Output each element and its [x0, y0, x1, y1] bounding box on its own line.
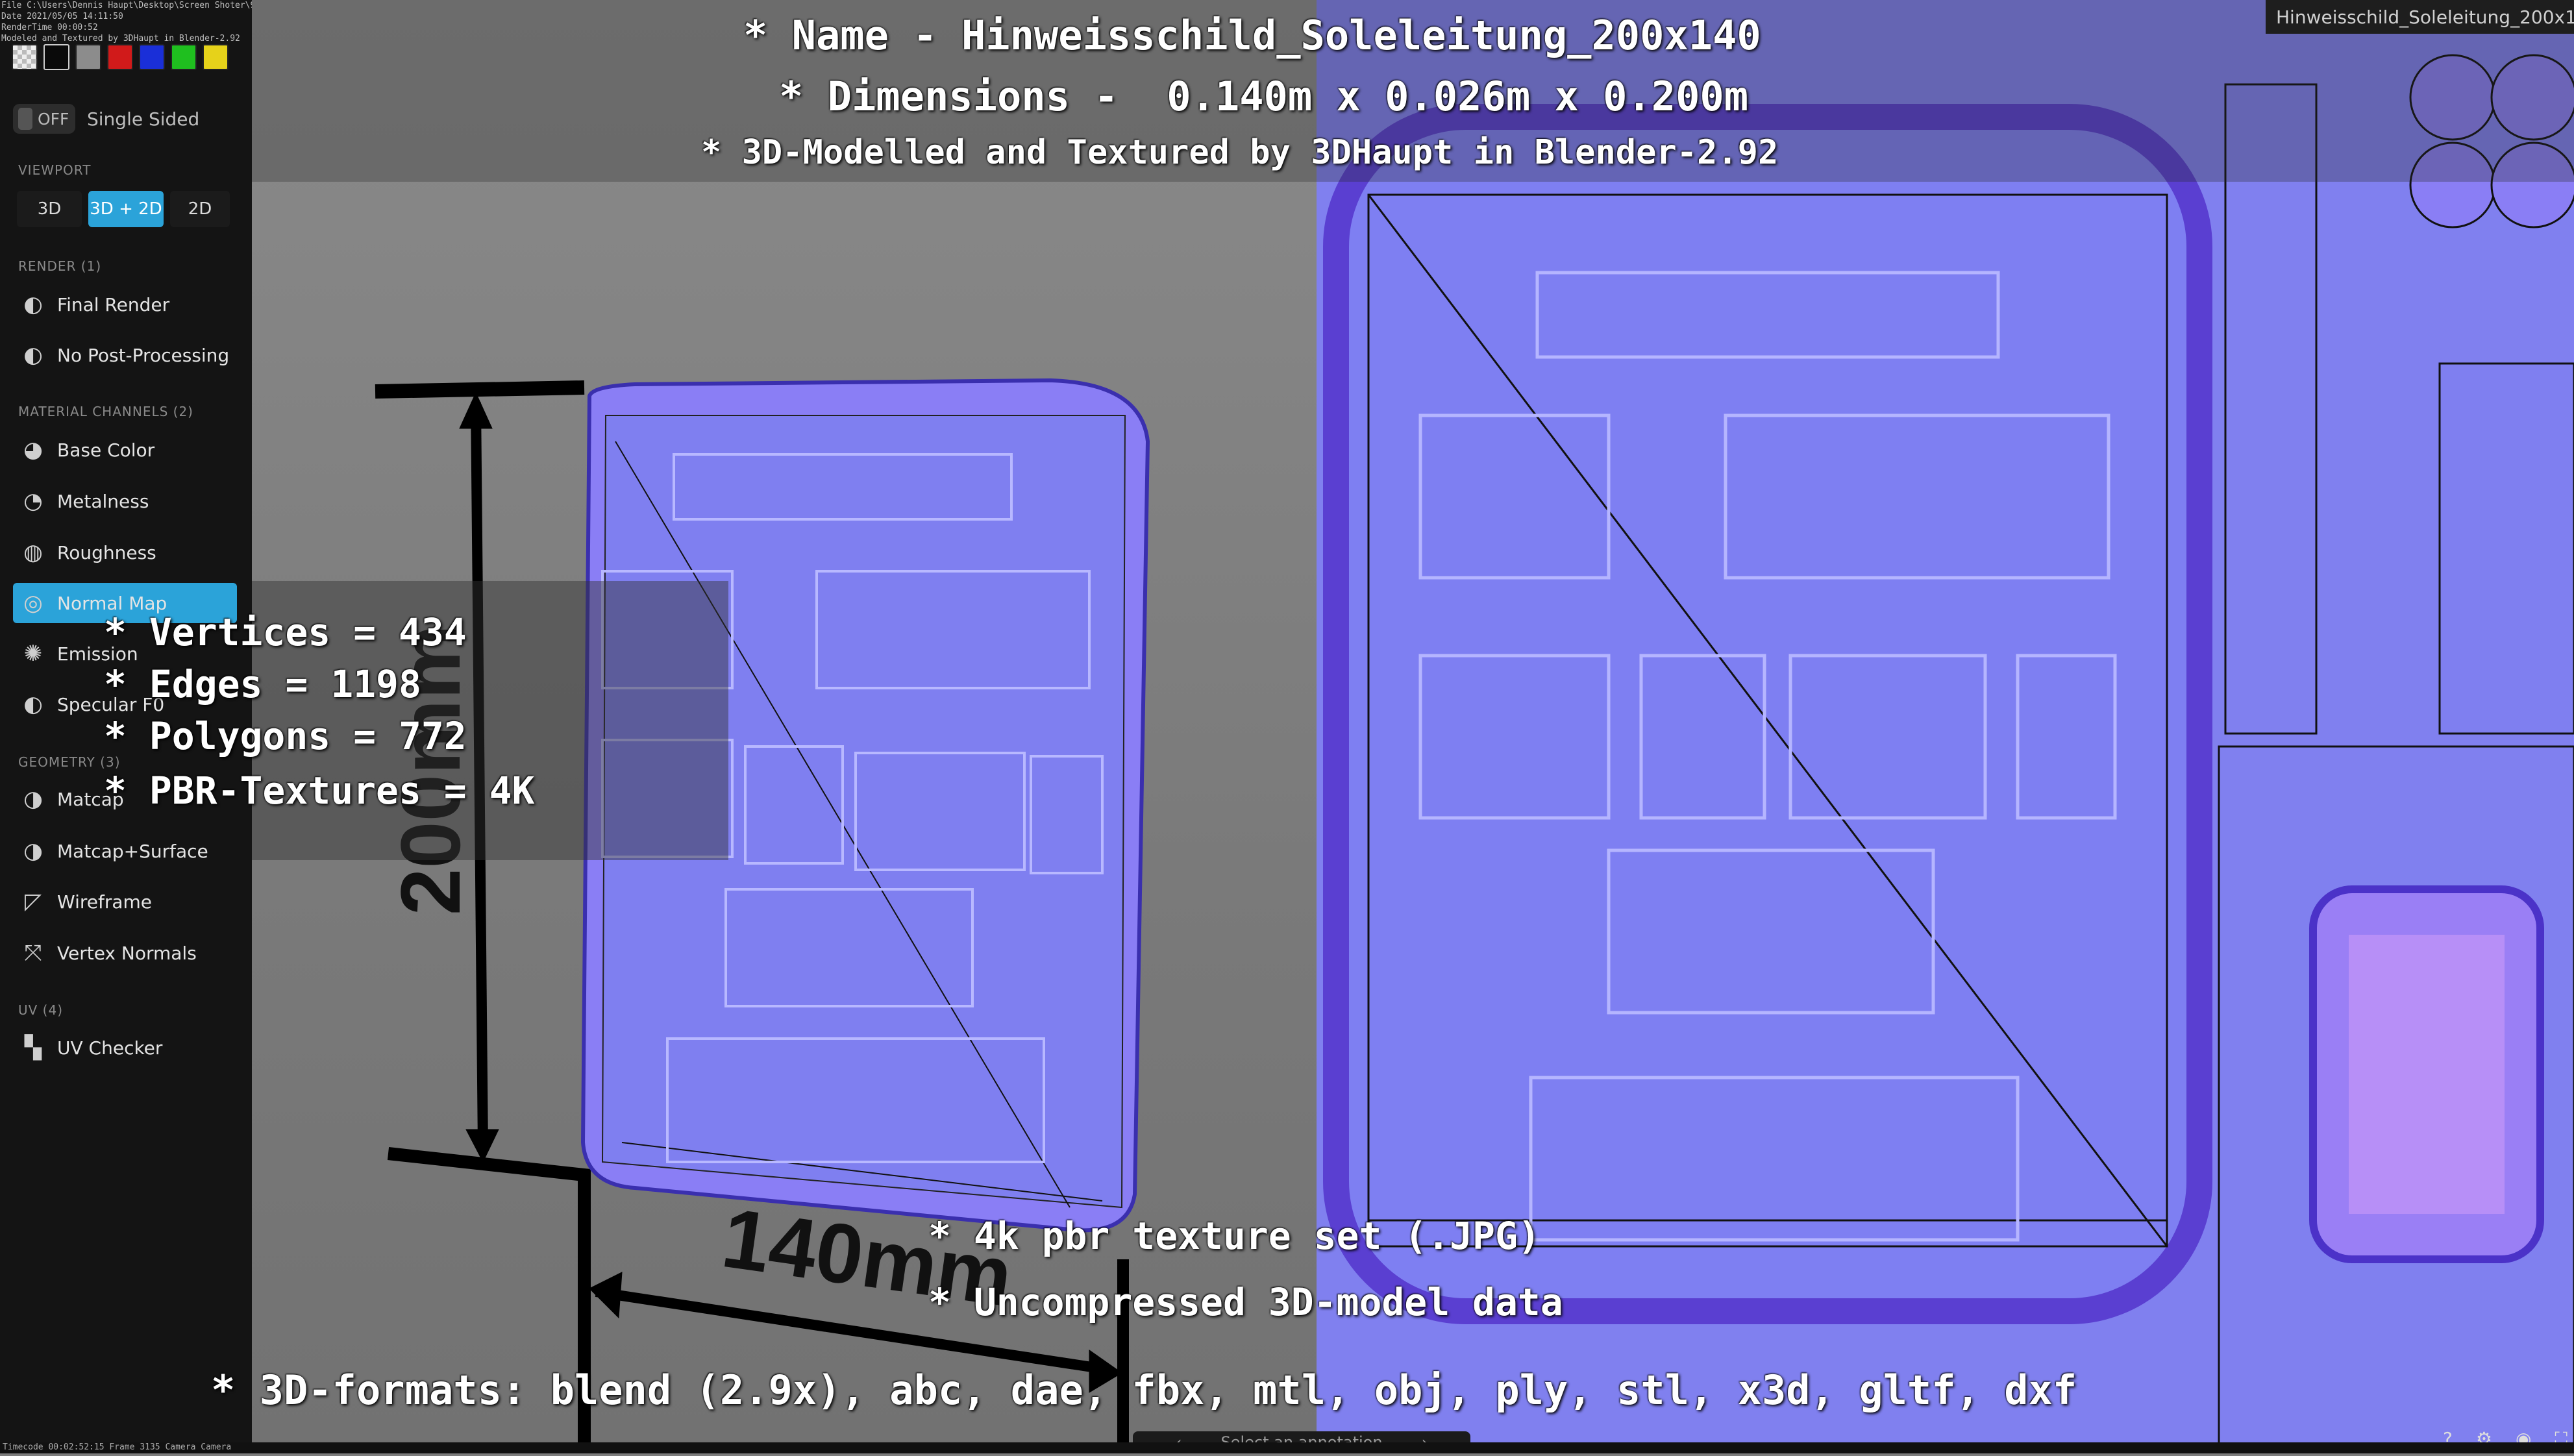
geometry-matcap-surface[interactable]: ◑ Matcap+Surface [13, 831, 237, 871]
render-no-post[interactable]: ◐ No Post-Processing [13, 335, 237, 375]
sphere-icon: ◑ [23, 786, 43, 812]
item-label: Base Color [57, 439, 155, 461]
swatch-green[interactable] [171, 44, 197, 70]
swatch-black[interactable] [43, 44, 69, 70]
palette-icon: ◕ [23, 437, 43, 463]
viewport-2d-button[interactable]: 2D [170, 191, 230, 227]
title-dimensions: * Dimensions - 0.140m x 0.026m x 0.200m [779, 73, 1749, 120]
status-text: Timecode 00:02:52:15 Frame 3135 Camera C… [3, 1442, 232, 1452]
sun-icon: ✺ [23, 641, 43, 667]
section-uv: UV (4) [18, 1002, 64, 1018]
meta-date: Date 2021/05/05 14:11:50 [1, 12, 123, 21]
item-label: Wireframe [57, 891, 153, 913]
item-label: Metalness [57, 490, 149, 512]
channel-metalness[interactable]: ◔ Metalness [13, 481, 237, 521]
meta-modeled: Modeled and Textured by 3DHaupt in Blend… [1, 34, 240, 43]
swatch-light[interactable] [12, 44, 38, 70]
single-sided-toggle[interactable]: OFF Single Sided [13, 104, 199, 134]
swatch-grey[interactable] [75, 44, 101, 70]
meta-rendertime: RenderTime 00:00:52 [1, 23, 98, 32]
stat-textures: * PBR-Textures = 4K [104, 769, 535, 813]
file-tab[interactable]: Hinweisschild_Soleleitung_200x1... [2266, 0, 2574, 34]
stat-edges: * Edges = 1198 [104, 662, 421, 706]
viewport-3d-button[interactable]: 3D [17, 191, 82, 227]
viewport-3d2d-button[interactable]: 3D + 2D [88, 191, 164, 227]
item-label: No Post-Processing [57, 344, 230, 366]
swatch-yellow[interactable] [203, 44, 229, 70]
file-info: File C:\Users\Dennis Haupt\Desktop\Scree… [1, 0, 286, 44]
color-swatches [12, 44, 229, 70]
toggle-state: OFF [38, 109, 69, 129]
formats-line: * 3D-formats: blend (2.9x), abc, dae, fb… [211, 1366, 2077, 1414]
title-name: * Name - Hinweisschild_Soleleitung_200x1… [743, 12, 1761, 59]
item-label: Matcap+Surface [57, 840, 208, 862]
title-credit: * 3D-Modelled and Textured by 3DHaupt in… [701, 133, 1779, 172]
checker-icon: ▚ [24, 1035, 42, 1061]
circle-half-icon: ◐ [23, 291, 43, 317]
geometry-vertex-normals[interactable]: ⤧ Vertex Normals [13, 933, 237, 973]
wireframe-icon: ◸ [24, 889, 42, 915]
status-bar: Timecode 00:02:52:15 Frame 3135 Camera C… [0, 1442, 2574, 1453]
section-viewport: VIEWPORT [18, 162, 92, 178]
stat-polygons: * Polygons = 772 [104, 714, 467, 758]
section-render: RENDER (1) [18, 258, 102, 274]
item-label: UV Checker [57, 1037, 163, 1059]
sphere-icon: ◑ [23, 838, 43, 864]
channel-base-color[interactable]: ◕ Base Color [13, 430, 237, 470]
normal-icon: ◎ [23, 590, 43, 616]
item-label: Vertex Normals [57, 942, 197, 964]
circle-half-icon: ◐ [23, 691, 43, 717]
arrows-icon: ⤧ [24, 940, 42, 966]
item-label: Roughness [57, 541, 156, 563]
rough-icon: ◍ [23, 539, 43, 565]
meta-file: File C:\Users\Dennis Haupt\Desktop\Scree… [1, 1, 286, 10]
circle-half-icon: ◐ [23, 342, 43, 368]
geometry-wireframe[interactable]: ◸ Wireframe [13, 882, 237, 922]
section-material: MATERIAL CHANNELS (2) [18, 404, 193, 419]
single-sided-label: Single Sided [87, 108, 200, 130]
swatch-blue[interactable] [139, 44, 165, 70]
uncompressed-line: * Uncompressed 3D-model data [928, 1280, 1563, 1324]
item-label: Final Render [57, 293, 170, 315]
metal-icon: ◔ [23, 488, 43, 514]
stat-vertices: * Vertices = 434 [104, 610, 467, 654]
render-final[interactable]: ◐ Final Render [13, 284, 237, 325]
uv-checker[interactable]: ▚ UV Checker [13, 1028, 237, 1068]
channel-roughness[interactable]: ◍ Roughness [13, 532, 237, 573]
swatch-red[interactable] [107, 44, 133, 70]
texture-set-line: * 4k pbr texture set (.JPG) [928, 1214, 1541, 1258]
